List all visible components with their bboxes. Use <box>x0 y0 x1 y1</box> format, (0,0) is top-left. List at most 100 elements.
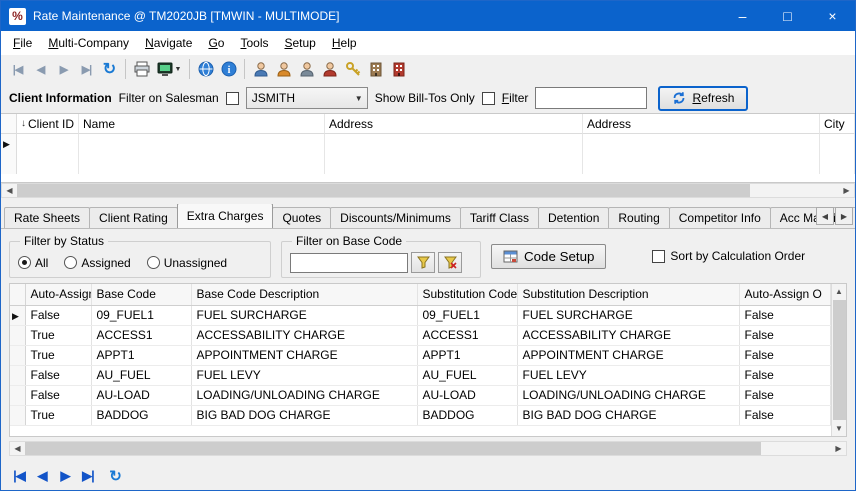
refresh-button-label: Refresh <box>692 91 734 105</box>
refresh-icon[interactable]: ↻ <box>98 58 121 81</box>
scroll-up-icon[interactable]: ▲ <box>833 284 846 299</box>
charges-grid-hscrollbar[interactable]: ◀ ▶ <box>9 441 847 456</box>
tab-competitor-info[interactable]: Competitor Info <box>669 207 771 228</box>
nav-refresh-icon[interactable]: ↻ <box>105 466 125 486</box>
tab-client-rating[interactable]: Client Rating <box>89 207 178 228</box>
last-record-icon[interactable]: ▶| <box>75 58 98 81</box>
vscroll-thumb[interactable] <box>833 300 846 420</box>
base-code-description-column-header[interactable]: Base Code Description <box>191 284 417 305</box>
key-icon[interactable] <box>341 58 364 81</box>
tab-scroll-left-icon[interactable]: ◀ <box>816 207 834 225</box>
radio-assigned-control[interactable] <box>64 256 77 269</box>
scroll-right-icon[interactable]: ▶ <box>831 442 846 455</box>
radio-unassigned[interactable]: Unassigned <box>147 256 227 270</box>
client-filter-input[interactable] <box>535 87 647 109</box>
report-viewer-icon[interactable]: ▼ <box>153 58 185 81</box>
driver-icon[interactable] <box>295 58 318 81</box>
charges-row[interactable]: False AU-LOAD LOADING/UNLOADING CHARGE A… <box>10 385 831 405</box>
base-code-column-header[interactable]: Base Code <box>91 284 191 305</box>
menu-setup[interactable]: Setup <box>276 33 323 53</box>
radio-unassigned-control[interactable] <box>147 256 160 269</box>
refresh-button[interactable]: Refresh <box>658 86 748 111</box>
tab-detention[interactable]: Detention <box>538 207 609 228</box>
menu-help[interactable]: Help <box>324 33 365 53</box>
radio-all-control[interactable] <box>18 256 31 269</box>
scroll-left-icon[interactable]: ◀ <box>10 442 25 455</box>
sort-by-calc-checkbox[interactable] <box>652 250 665 263</box>
client-grid-hscrollbar[interactable]: ◀ ▶ <box>1 183 855 198</box>
city-column-header[interactable]: City <box>820 114 855 134</box>
tab-quotes[interactable]: Quotes <box>272 207 331 228</box>
customer-icon[interactable] <box>249 58 272 81</box>
web-icon[interactable] <box>194 58 217 81</box>
auto-assign-only-column-header[interactable]: Auto-Assign O <box>739 284 831 305</box>
chevron-down-icon: ▼ <box>355 94 363 103</box>
client-grid-indicator-header <box>1 114 17 134</box>
menu-tools[interactable]: Tools <box>232 33 276 53</box>
nav-next-icon[interactable]: ▶ <box>55 466 75 486</box>
minimize-button[interactable]: – <box>720 1 765 31</box>
menu-navigate[interactable]: Navigate <box>137 33 200 53</box>
address-column-header[interactable]: Address <box>325 114 583 134</box>
maximize-button[interactable]: □ <box>765 1 810 31</box>
name-column-header[interactable]: Name <box>79 114 325 134</box>
client-grid-row[interactable]: ▶ <box>1 134 855 154</box>
contact-icon[interactable] <box>272 58 295 81</box>
substitution-description-column-header[interactable]: Substitution Description <box>517 284 739 305</box>
tab-tariff-class[interactable]: Tariff Class <box>460 207 539 228</box>
nav-first-icon[interactable]: |◀ <box>9 466 29 486</box>
nav-prior-icon[interactable]: ◀ <box>32 466 52 486</box>
client-grid[interactable]: ↓Client ID Name Address Address City ▶ <box>1 113 855 183</box>
filter-on-salesman-checkbox[interactable] <box>226 92 239 105</box>
base-code-filter-input[interactable] <box>290 253 408 273</box>
scroll-down-icon[interactable]: ▼ <box>833 421 846 436</box>
apply-filter-button[interactable] <box>411 252 435 273</box>
address2-column-header[interactable]: Address <box>583 114 820 134</box>
menu-file[interactable]: File <box>5 33 40 53</box>
radio-assigned[interactable]: Assigned <box>64 256 130 270</box>
tab-discounts-minimums[interactable]: Discounts/Minimums <box>330 207 461 228</box>
hscroll-thumb[interactable] <box>17 184 750 197</box>
company-building-icon[interactable] <box>387 58 410 81</box>
scroll-right-icon[interactable]: ▶ <box>839 184 854 197</box>
prior-record-icon[interactable]: ◀ <box>29 58 52 81</box>
salesman-select[interactable]: JSMITH ▼ <box>246 87 368 109</box>
charges-row[interactable]: False AU_FUEL FUEL LEVY AU_FUEL FUEL LEV… <box>10 365 831 385</box>
tab-routing[interactable]: Routing <box>608 207 669 228</box>
charges-row[interactable]: True APPT1 APPOINTMENT CHARGE APPT1 APPO… <box>10 345 831 365</box>
print-icon[interactable] <box>130 58 153 81</box>
scroll-left-icon[interactable]: ◀ <box>2 184 17 197</box>
window-title: Rate Maintenance @ TM2020JB [TMWIN - MUL… <box>33 9 339 23</box>
user-security-icon[interactable] <box>318 58 341 81</box>
clear-filter-button[interactable] <box>438 252 462 273</box>
next-record-icon[interactable]: ▶ <box>52 58 75 81</box>
charges-grid[interactable]: Auto-Assign Base Code Base Code Descript… <box>9 283 847 437</box>
charges-filter-row: Filter by Status All Assigned Unassigned… <box>9 234 847 278</box>
menu-go[interactable]: Go <box>200 33 232 53</box>
nav-last-icon[interactable]: ▶| <box>78 466 98 486</box>
client-grid-row[interactable] <box>1 154 855 174</box>
menu-multi-company[interactable]: Multi-Company <box>40 33 137 53</box>
sort-by-calc-wrap[interactable]: Sort by Calculation Order <box>652 249 805 263</box>
toolbar-separator <box>189 59 190 79</box>
menu-bar: File Multi-Company Navigate Go Tools Set… <box>1 31 855 55</box>
show-billtos-checkbox[interactable] <box>482 92 495 105</box>
info-icon[interactable]: i <box>217 58 240 81</box>
tab-strip: Rate Sheets Client Rating Extra Charges … <box>1 204 855 229</box>
vendor-building-icon[interactable] <box>364 58 387 81</box>
radio-all[interactable]: All <box>18 256 48 270</box>
charges-row[interactable]: True ACCESS1 ACCESSABILITY CHARGE ACCESS… <box>10 325 831 345</box>
first-record-icon[interactable]: |◀ <box>6 58 29 81</box>
charges-row[interactable]: ▶ False 09_FUEL1 FUEL SURCHARGE 09_FUEL1… <box>10 305 831 325</box>
substitution-code-column-header[interactable]: Substitution Code <box>417 284 517 305</box>
tab-extra-charges[interactable]: Extra Charges <box>177 204 274 228</box>
charges-row[interactable]: True BADDOG BIG BAD DOG CHARGE BADDOG BI… <box>10 405 831 425</box>
auto-assign-column-header[interactable]: Auto-Assign <box>25 284 91 305</box>
client-id-column-header[interactable]: ↓Client ID <box>17 114 79 134</box>
tab-rate-sheets[interactable]: Rate Sheets <box>4 207 90 228</box>
charges-grid-vscrollbar[interactable]: ▲ ▼ <box>831 284 846 436</box>
hscroll-thumb[interactable] <box>25 442 761 455</box>
tab-scroll-right-icon[interactable]: ▶ <box>835 207 853 225</box>
code-setup-button[interactable]: Code Setup <box>491 244 606 269</box>
close-button[interactable]: × <box>810 1 855 31</box>
